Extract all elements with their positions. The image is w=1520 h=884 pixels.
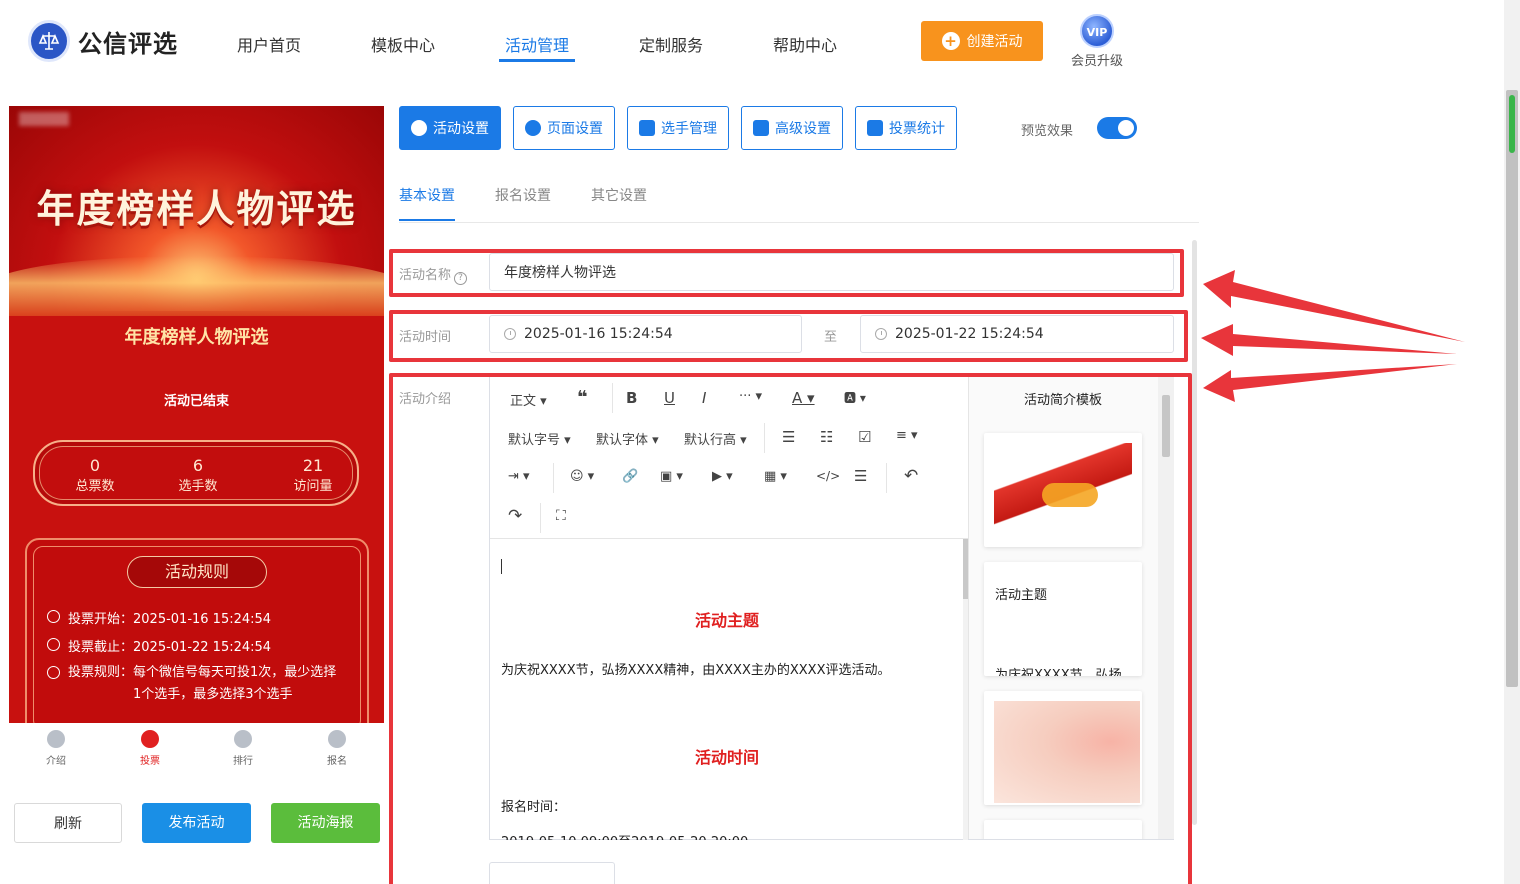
stat-visits: 21 访问量 xyxy=(263,456,363,494)
rule-end: 投票截止：2025-01-22 15:24:54 xyxy=(47,636,271,655)
rules-title: 活动规则 xyxy=(127,556,267,588)
tab-label: 报名 xyxy=(327,756,347,767)
publish-activity-button[interactable]: 发布活动 xyxy=(142,803,251,843)
activity-settings-label: 活动设置 xyxy=(433,121,489,137)
vote-statistics-button[interactable]: 投票统计 xyxy=(855,106,957,150)
stat-label: 总票数 xyxy=(75,479,115,494)
rule-voting-label: 投票规则： xyxy=(68,665,134,680)
arrow-to-time xyxy=(1201,324,1457,356)
preview-effect-label: 预览效果 xyxy=(1021,124,1074,139)
page-settings-button[interactable]: 页面设置 xyxy=(513,106,615,150)
nav-custom-service[interactable]: 定制服务 xyxy=(639,32,703,56)
page-settings-label: 页面设置 xyxy=(547,121,603,137)
tab-ranking[interactable]: 排行 xyxy=(213,730,273,767)
page-scrollbar-marker xyxy=(1509,95,1515,153)
nav-active-indicator xyxy=(499,59,575,62)
page-scrollbar-thumb[interactable] xyxy=(1506,90,1518,687)
tab-intro[interactable]: 介绍 xyxy=(26,730,86,767)
nav-templates[interactable]: 模板中心 xyxy=(371,32,435,56)
activity-poster-button[interactable]: 活动海报 xyxy=(271,803,380,843)
sliders-icon xyxy=(753,120,769,136)
preview-activity-status: 活动已结束 xyxy=(163,394,229,409)
arrow-to-name xyxy=(1203,270,1465,342)
vip-upgrade-label: 会员升级 xyxy=(1070,54,1123,69)
preview-tabbar: 介绍 投票 排行 报名 xyxy=(9,726,384,772)
highlight-box-time xyxy=(389,310,1188,362)
tab-label: 排行 xyxy=(233,756,253,767)
create-activity-label: 创建活动 xyxy=(966,34,1023,50)
highlight-box-name xyxy=(389,249,1184,297)
vote-statistics-label: 投票统计 xyxy=(889,121,945,137)
annotation-arrows xyxy=(1201,270,1465,402)
mobile-preview: 年度榜样人物评选 年度榜样人物评选 活动已结束 0 总票数 6 选手数 21 访… xyxy=(9,106,384,723)
rule-voting-text: 每个微信号每天可投1次，最少选择1个选手，最多选择3个选手 xyxy=(133,665,337,702)
create-activity-button[interactable]: + 创建活动 xyxy=(921,21,1043,61)
stat-contestants: 6 选手数 xyxy=(148,456,248,494)
scales-icon xyxy=(28,20,70,62)
vote-icon xyxy=(141,730,159,748)
brand-name: 公信评选 xyxy=(78,29,178,58)
stat-label: 访问量 xyxy=(293,479,333,494)
stat-label: 选手数 xyxy=(178,479,218,494)
brand-logo[interactable]: 公信评选 xyxy=(28,20,178,62)
subtab-other[interactable]: 其它设置 xyxy=(591,185,647,205)
ranking-icon xyxy=(234,730,252,748)
preview-effect-toggle[interactable] xyxy=(1097,117,1137,139)
plus-icon: + xyxy=(941,32,960,50)
stat-total-votes: 0 总票数 xyxy=(45,456,145,494)
contestant-management-button[interactable]: 选手管理 xyxy=(627,106,729,150)
highlight-box-intro xyxy=(389,373,1192,884)
clock-icon xyxy=(47,638,60,651)
preview-stats: 0 总票数 6 选手数 21 访问量 xyxy=(33,440,359,506)
intro-icon xyxy=(47,730,65,748)
page-scrollbar[interactable] xyxy=(1504,0,1520,884)
advanced-settings-label: 高级设置 xyxy=(775,121,831,137)
contestant-management-label: 选手管理 xyxy=(661,121,717,137)
app-page: 公信评选 用户首页 模板中心 活动管理 定制服务 帮助中心 + 创建活动 VIP… xyxy=(0,0,1520,884)
gear-icon xyxy=(525,120,541,136)
subtab-signup[interactable]: 报名设置 xyxy=(495,185,551,205)
preview-banner: 年度榜样人物评选 xyxy=(9,106,384,316)
subtab-active-indicator xyxy=(399,219,455,221)
arrow-to-intro xyxy=(1203,364,1457,402)
stat-value: 21 xyxy=(302,456,324,475)
vip-upgrade[interactable]: VIP 会员升级 xyxy=(1068,14,1126,69)
nav-activity-management[interactable]: 活动管理 xyxy=(505,32,569,56)
subtab-divider xyxy=(399,222,1199,223)
users-icon xyxy=(639,120,655,136)
info-icon xyxy=(47,666,60,679)
nav-home[interactable]: 用户首页 xyxy=(237,32,301,56)
rule-voting: 投票规则： 每个微信号每天可投1次，最少选择1个选手，最多选择3个选手 xyxy=(47,664,343,706)
tab-signup[interactable]: 报名 xyxy=(307,730,367,767)
tab-label: 介绍 xyxy=(46,756,66,767)
banner-ribbon xyxy=(9,256,384,316)
stat-value: 6 xyxy=(192,456,204,475)
signup-icon xyxy=(328,730,346,748)
nav-help[interactable]: 帮助中心 xyxy=(773,32,837,56)
rule-end-text: 投票截止：2025-01-22 15:24:54 xyxy=(68,640,272,655)
star-icon xyxy=(411,120,427,136)
rule-start: 投票开始：2025-01-16 15:24:54 xyxy=(47,608,271,627)
blurred-watermark xyxy=(19,112,69,126)
subtab-basic[interactable]: 基本设置 xyxy=(399,185,455,205)
advanced-settings-button[interactable]: 高级设置 xyxy=(741,106,843,150)
vip-badge-icon: VIP xyxy=(1080,14,1114,48)
refresh-button[interactable]: 刷新 xyxy=(14,803,122,843)
tab-label: 投票 xyxy=(140,756,160,767)
banner-title: 年度榜样人物评选 xyxy=(36,187,357,231)
preview-rules-card: 活动规则 投票开始：2025-01-16 15:24:54 投票截止：2025-… xyxy=(25,538,369,723)
activity-settings-button[interactable]: 活动设置 xyxy=(399,106,501,150)
bar-chart-icon xyxy=(867,120,883,136)
tab-vote[interactable]: 投票 xyxy=(120,730,180,767)
rule-start-text: 投票开始：2025-01-16 15:24:54 xyxy=(68,612,272,627)
clock-icon xyxy=(47,610,60,623)
preview-activity-title: 年度榜样人物评选 xyxy=(124,327,269,348)
stat-value: 0 xyxy=(89,456,101,475)
